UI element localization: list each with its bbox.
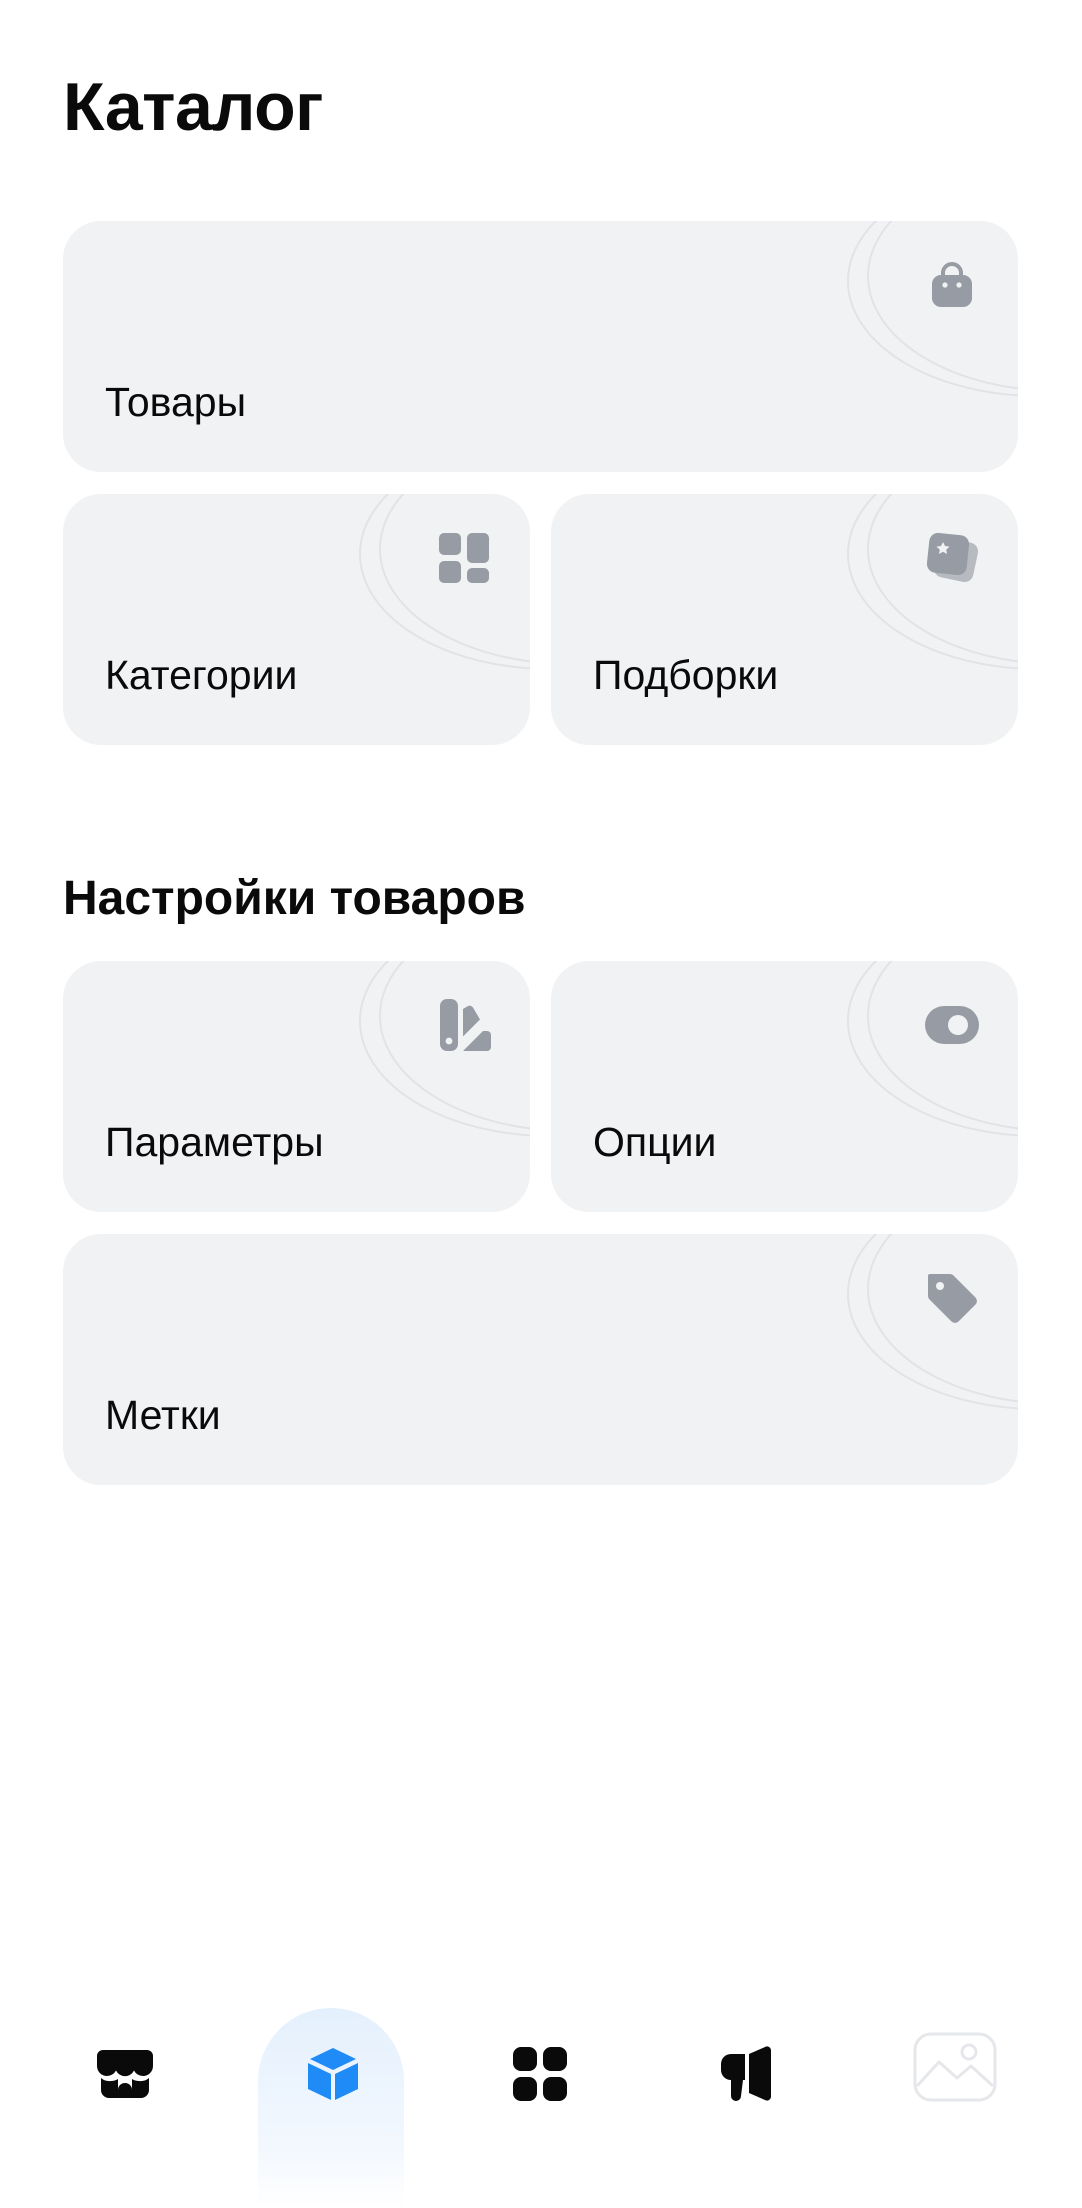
- page-title: Каталог: [63, 69, 323, 145]
- card-label: Опции: [593, 1119, 717, 1165]
- toggle-icon: [925, 1006, 979, 1044]
- image-placeholder-icon: [913, 2032, 997, 2102]
- shopping-bag-icon: [932, 262, 972, 307]
- card-tags[interactable]: Метки: [63, 1234, 1018, 1485]
- card-parameters[interactable]: Параметры: [63, 961, 530, 1212]
- card-decoration: [359, 961, 530, 1137]
- card-decoration: [847, 221, 1018, 397]
- nav-item-profile[interactable]: [880, 2000, 1030, 2202]
- apps-grid-icon: [513, 2047, 567, 2101]
- card-products[interactable]: Товары: [63, 221, 1018, 472]
- card-options[interactable]: Опции: [551, 961, 1018, 1212]
- nav-active-indicator: [258, 2008, 404, 2208]
- card-decoration: [847, 1234, 1018, 1410]
- bottom-navigation: [0, 2000, 1082, 2208]
- megaphone-icon: [721, 2046, 772, 2101]
- card-categories[interactable]: Категории: [63, 494, 530, 745]
- cube-icon: [308, 2048, 358, 2100]
- card-label: Параметры: [105, 1119, 324, 1165]
- grid-tiles-icon: [439, 533, 489, 583]
- nav-item-catalog[interactable]: [258, 2000, 408, 2208]
- card-decoration: [847, 961, 1018, 1137]
- storefront-icon: [97, 2050, 153, 2098]
- section-title: Настройки товаров: [63, 872, 526, 925]
- card-decoration: [847, 494, 1018, 670]
- nav-item-promo[interactable]: [672, 2000, 822, 2202]
- nav-item-apps[interactable]: [465, 2000, 615, 2202]
- card-label: Подборки: [593, 652, 779, 698]
- card-collections[interactable]: Подборки: [551, 494, 1018, 745]
- card-label: Метки: [105, 1392, 221, 1438]
- tag-icon: [928, 1274, 977, 1323]
- card-label: Товары: [105, 379, 247, 425]
- stacked-cards-star-icon: [926, 532, 979, 583]
- card-label: Категории: [105, 652, 298, 698]
- swatches-icon: [440, 999, 491, 1051]
- card-decoration: [359, 494, 530, 670]
- nav-item-shop[interactable]: [50, 2000, 200, 2202]
